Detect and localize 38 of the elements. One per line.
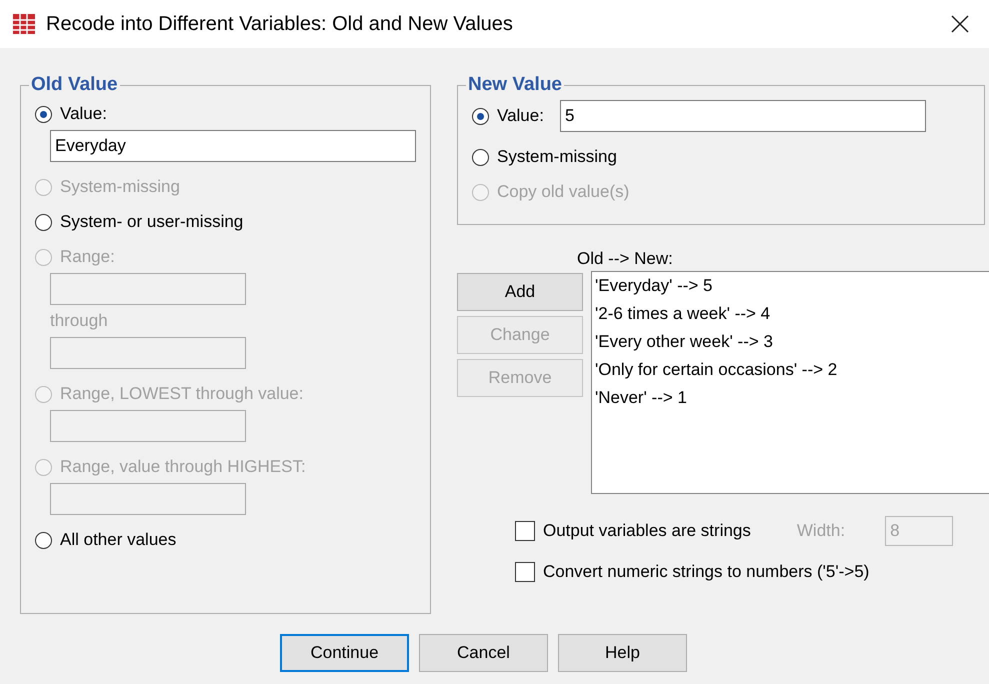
close-icon[interactable]: [951, 15, 969, 33]
dialog-button[interactable]: Help: [558, 634, 687, 672]
radio-button[interactable]: [35, 214, 52, 230]
list-label: Old --> New:: [577, 249, 674, 269]
list-item[interactable]: 'Every other week' --> 3: [595, 332, 987, 352]
list-item[interactable]: 'Everyday' --> 5: [595, 276, 987, 296]
checkbox-label: Convert numeric strings to numbers ('5'->5): [543, 562, 870, 582]
option-label: Value:: [60, 104, 107, 124]
window-title: Recode into Different Variables: Old and New Values: [46, 12, 514, 36]
option-label: Range:: [60, 247, 115, 267]
list-item[interactable]: 'Only for certain occasions' --> 2: [595, 360, 987, 380]
option-label: Range, value through HIGHEST:: [60, 457, 306, 477]
table-icon: [12, 13, 36, 35]
input-field[interactable]: Everyday: [50, 130, 416, 162]
checkbox[interactable]: [515, 521, 535, 541]
radio-button[interactable]: [472, 108, 489, 124]
through-label: through: [50, 311, 109, 331]
width-label: Width:: [796, 521, 846, 541]
list-button[interactable]: Add: [457, 273, 583, 311]
checkbox-label: Output variables are strings: [543, 521, 751, 541]
radio-button[interactable]: [472, 148, 489, 166]
option-label: System-missing: [60, 177, 180, 197]
option-label: Range, LOWEST through value:: [60, 384, 304, 404]
radio-button[interactable]: [35, 532, 52, 548]
option-label: System-missing: [497, 147, 617, 167]
list-item[interactable]: 'Never' --> 1: [595, 388, 987, 408]
dialog-button[interactable]: Cancel: [419, 634, 548, 672]
group-title: New Value: [467, 74, 563, 96]
option-label: All other values: [60, 530, 176, 550]
option-label: Value:: [497, 106, 544, 126]
option-label: Copy old value(s): [497, 182, 630, 202]
option-label: System- or user-missing: [60, 212, 244, 232]
checkbox[interactable]: [515, 562, 535, 582]
dialog-button[interactable]: Continue: [280, 634, 409, 672]
list-item[interactable]: '2-6 times a week' --> 4: [595, 304, 987, 324]
radio-button[interactable]: [35, 106, 52, 122]
input-field[interactable]: 5: [560, 100, 926, 132]
group-title: Old Value: [30, 74, 119, 96]
